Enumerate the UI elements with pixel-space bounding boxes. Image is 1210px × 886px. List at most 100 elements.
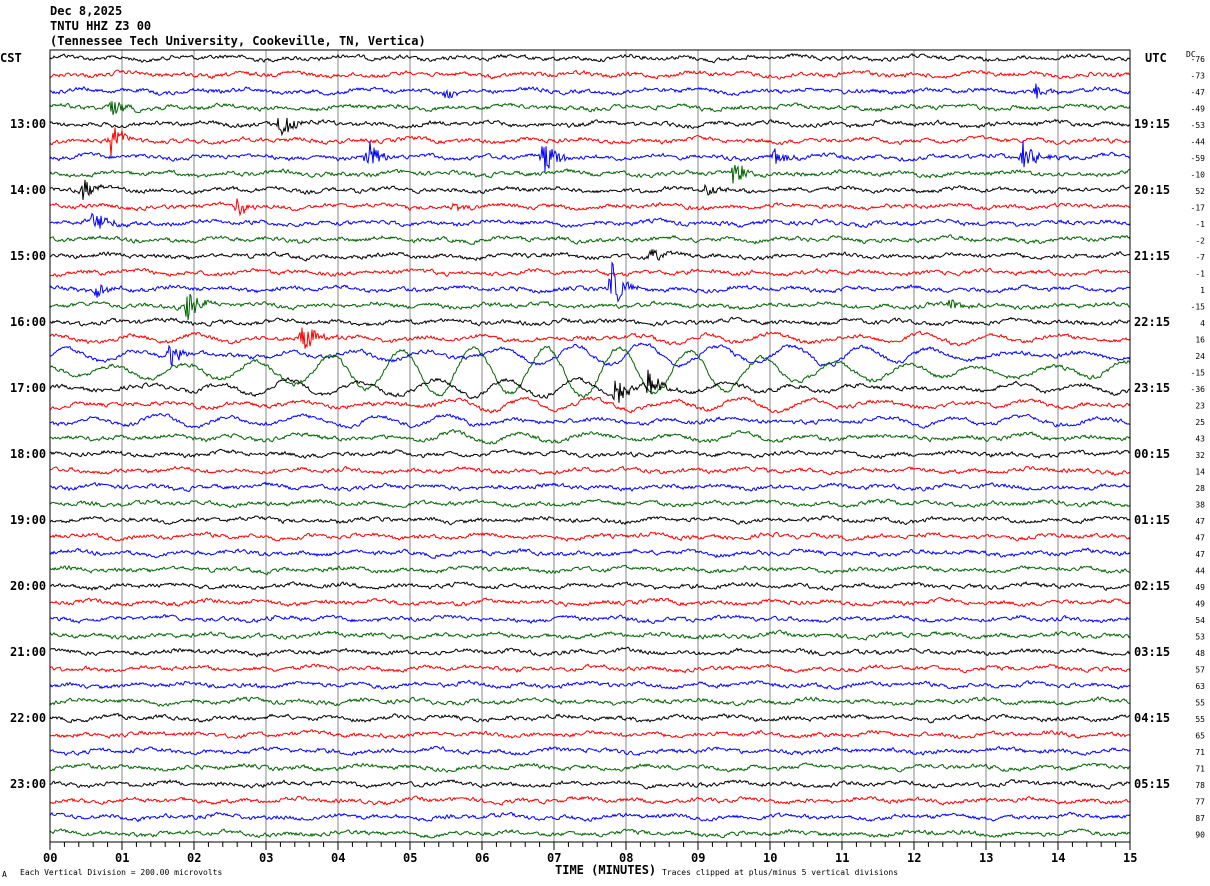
x-tick-label: 00 — [43, 851, 57, 865]
seismic-trace-9 — [49, 198, 1131, 217]
seismic-trace-33 — [49, 596, 1131, 608]
x-tick-label: 04 — [331, 851, 345, 865]
x-tick-label: 02 — [187, 851, 201, 865]
seismic-trace-34 — [49, 614, 1131, 625]
dc-offset-label: -36 — [1191, 385, 1206, 394]
seismic-trace-7 — [49, 164, 1131, 184]
utc-time-label: 05:15 — [1134, 777, 1170, 791]
seismic-trace-11 — [49, 234, 1131, 245]
utc-time-label: 02:15 — [1134, 579, 1170, 593]
dc-offset-label: -53 — [1191, 121, 1206, 130]
dc-offset-label: 48 — [1195, 649, 1205, 658]
seismic-trace-37 — [49, 663, 1131, 674]
x-axis-label: TIME (MINUTES) — [555, 863, 656, 877]
dc-offset-label: 1 — [1200, 286, 1205, 295]
x-tick-label: 11 — [835, 851, 849, 865]
dc-offset-label: -7 — [1195, 253, 1205, 262]
dc-offset-label: -47 — [1191, 88, 1206, 97]
seismic-trace-18 — [49, 342, 1131, 368]
x-tick-label: 05 — [403, 851, 417, 865]
cst-time-label: 17:00 — [10, 381, 46, 395]
x-tick-label: 10 — [763, 851, 777, 865]
seismic-trace-42 — [49, 745, 1131, 757]
seismic-trace-16 — [49, 316, 1131, 327]
dc-offset-label: 4 — [1200, 319, 1205, 328]
seismic-trace-45 — [49, 795, 1131, 806]
seismic-trace-27 — [49, 498, 1131, 509]
cst-time-label: 15:00 — [10, 249, 46, 263]
dc-offset-label: 16 — [1195, 336, 1205, 345]
dc-offset-label: -1 — [1195, 270, 1205, 279]
dc-offset-label: 14 — [1195, 468, 1205, 477]
seismic-trace-3 — [49, 101, 1131, 116]
seismic-trace-36 — [49, 646, 1131, 658]
seismic-trace-15 — [49, 293, 1131, 321]
seismic-trace-29 — [49, 531, 1131, 543]
dc-offset-label: 47 — [1195, 517, 1205, 526]
seismic-trace-13 — [49, 267, 1131, 278]
seismic-trace-2 — [49, 83, 1131, 99]
utc-time-label: 23:15 — [1134, 381, 1170, 395]
x-tick-label: 01 — [115, 851, 129, 865]
seismic-trace-41 — [49, 729, 1131, 740]
seismic-trace-30 — [49, 547, 1131, 560]
dc-offset-label: 43 — [1195, 435, 1205, 444]
utc-time-label: 01:15 — [1134, 513, 1170, 527]
x-tick-label: 09 — [691, 851, 705, 865]
cst-time-label: 13:00 — [10, 117, 46, 131]
dc-offset-label: -49 — [1191, 105, 1206, 114]
x-tick-label: 12 — [907, 851, 921, 865]
seismic-trace-46 — [49, 811, 1131, 823]
dc-offset-label: 55 — [1195, 715, 1205, 724]
x-tick-label: 03 — [259, 851, 273, 865]
seismic-trace-21 — [49, 396, 1131, 414]
right-axis-title: UTC — [1145, 51, 1167, 65]
traces — [49, 52, 1131, 839]
dc-offset-label: 54 — [1195, 616, 1205, 625]
dc-offset-label: 71 — [1195, 748, 1205, 757]
cst-time-label: 19:00 — [10, 513, 46, 527]
dc-offset-label: 32 — [1195, 451, 1205, 460]
dc-offset-label: -10 — [1191, 171, 1206, 180]
utc-time-label: 22:15 — [1134, 315, 1170, 329]
cst-time-label: 16:00 — [10, 315, 46, 329]
corner-mark: A — [2, 870, 7, 879]
dc-offset-label: 90 — [1195, 831, 1205, 840]
utc-time-label: 20:15 — [1134, 183, 1170, 197]
cst-time-label: 22:00 — [10, 711, 46, 725]
dc-offset-label: 71 — [1195, 765, 1205, 774]
cst-time-label: 23:00 — [10, 777, 46, 791]
dc-offset-label: -2 — [1195, 237, 1205, 246]
cst-time-label: 21:00 — [10, 645, 46, 659]
plot-frame — [49, 49, 1131, 843]
dc-offset-label: 23 — [1195, 402, 1205, 411]
seismic-trace-1 — [49, 69, 1131, 80]
dc-offset-label: -15 — [1191, 369, 1206, 378]
seismic-trace-0 — [49, 52, 1131, 64]
dc-offset-label: 38 — [1195, 501, 1205, 510]
seismic-trace-5 — [49, 127, 1131, 157]
dc-offset-label: -17 — [1191, 204, 1206, 213]
left-axis-title: CST — [0, 51, 22, 65]
seismic-trace-25 — [49, 465, 1131, 477]
seismic-trace-44 — [49, 778, 1131, 790]
utc-time-label: 21:15 — [1134, 249, 1170, 263]
dc-offset-label: -1 — [1195, 220, 1205, 229]
seismic-trace-38 — [49, 679, 1131, 691]
seismic-trace-6 — [49, 140, 1131, 173]
dc-offset-label: 49 — [1195, 583, 1205, 592]
dc-offset-label: 55 — [1195, 699, 1205, 708]
x-tick-label: 13 — [979, 851, 993, 865]
utc-time-label: 03:15 — [1134, 645, 1170, 659]
seismic-trace-26 — [49, 481, 1131, 493]
utc-time-label: 00:15 — [1134, 447, 1170, 461]
dc-offset-label: 24 — [1195, 352, 1205, 361]
dc-offset-label: 49 — [1195, 600, 1205, 609]
seismic-trace-14 — [49, 261, 1131, 303]
dc-offset-label: 28 — [1195, 484, 1205, 493]
seismic-trace-35 — [49, 629, 1131, 641]
dc-offset-label: 25 — [1195, 418, 1205, 427]
utc-time-label: 04:15 — [1134, 711, 1170, 725]
seismic-trace-10 — [49, 212, 1131, 229]
seismic-trace-22 — [49, 412, 1131, 429]
